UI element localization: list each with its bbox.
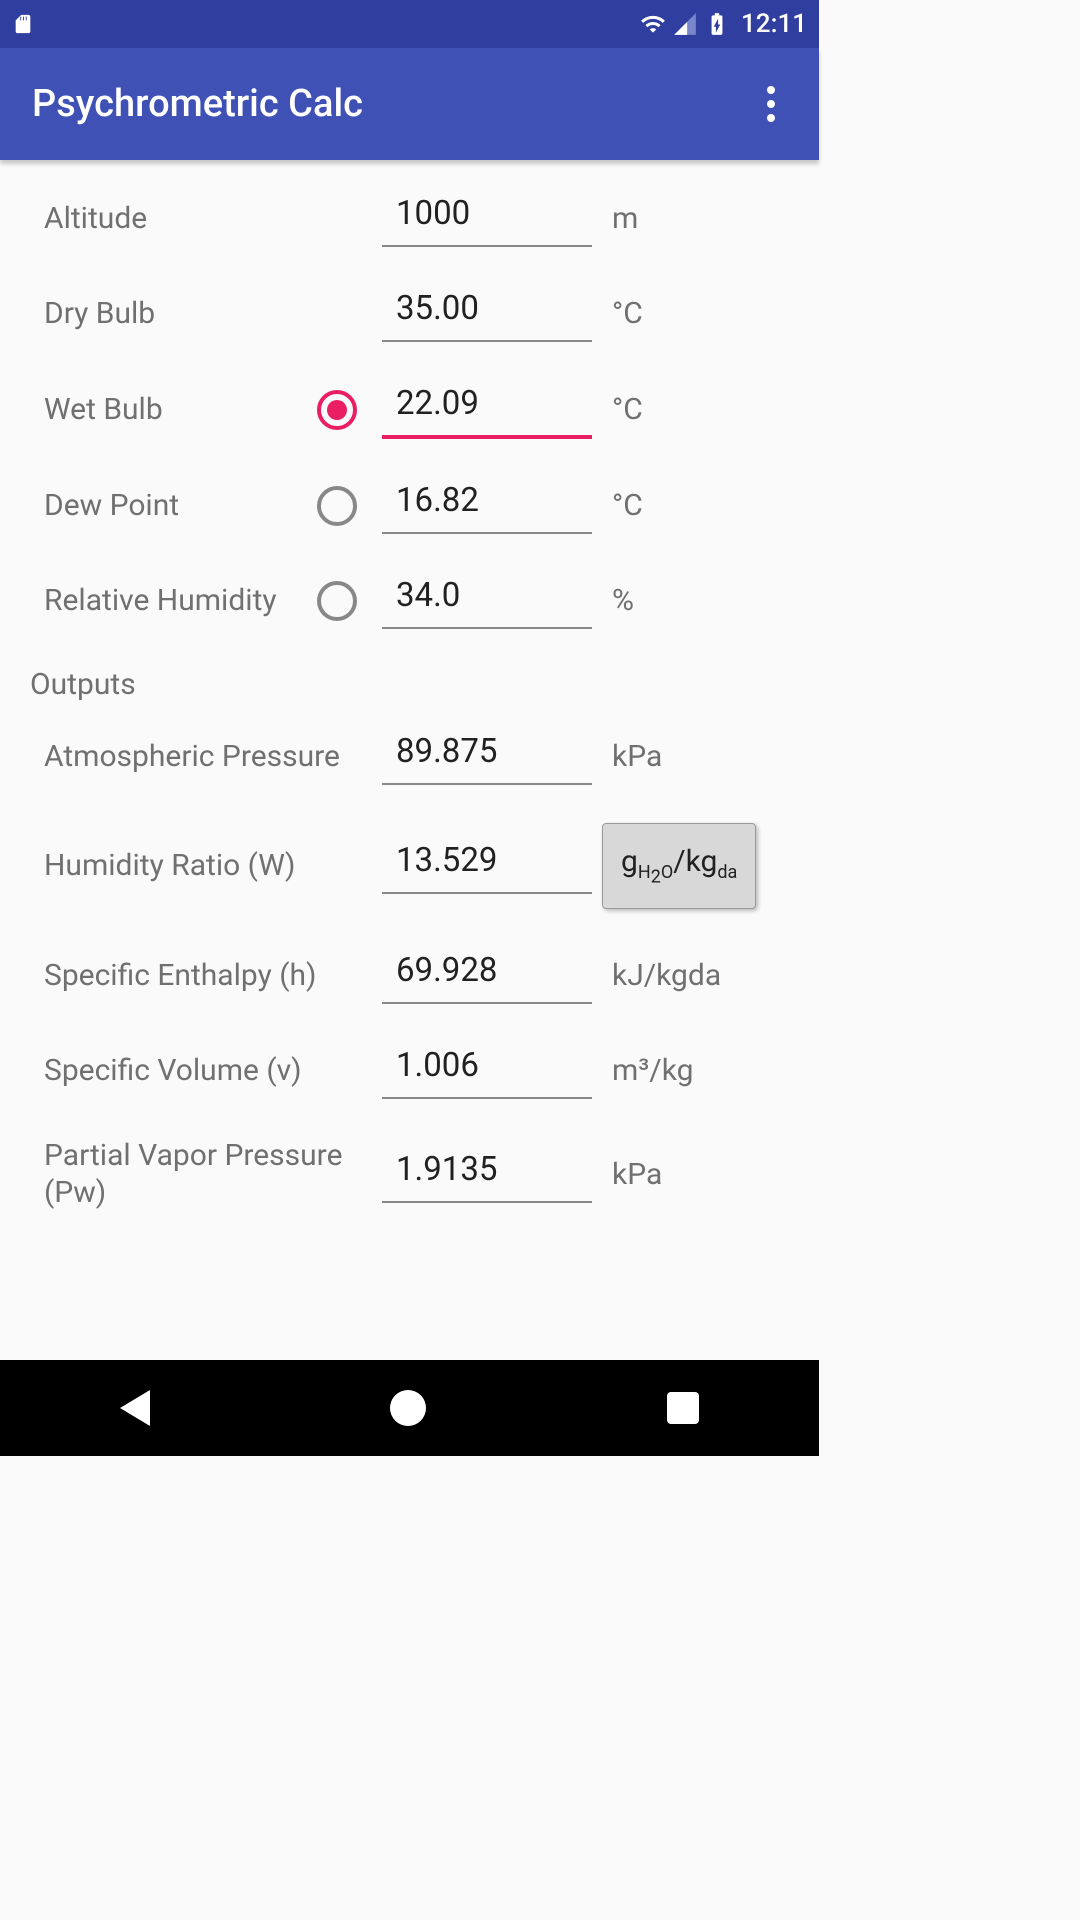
app-bar: Psychrometric Calc [0,48,819,160]
enthalpy-label: Specific Enthalpy (h) [30,958,382,993]
altitude-row: Altitude 1000 m [30,190,789,247]
vappress-row: Partial Vapor Pressure (Pw) 1.9135 kPa [30,1137,789,1212]
relhum-input[interactable]: 34.0 [382,572,592,629]
wetbulb-label: Wet Bulb [30,392,302,427]
wetbulb-unit: °C [612,392,643,427]
status-bar: 12:11 [0,0,819,48]
app-title: Psychrometric Calc [32,82,363,126]
battery-charging-icon [703,11,731,37]
atmpress-unit: kPa [612,739,662,774]
wetbulb-row: Wet Bulb 22.09 °C [30,380,789,439]
drybulb-row: Dry Bulb 35.00 °C [30,285,789,342]
relhum-label: Relative Humidity [30,583,302,618]
dewpoint-row: Dew Point 16.82 °C [30,477,789,534]
main-content: Altitude 1000 m Dry Bulb 35.00 °C Wet Bu… [0,160,819,1360]
sd-card-icon [12,11,34,37]
altitude-input[interactable]: 1000 [382,190,592,247]
signal-icon [671,11,699,37]
atmpress-output: 89.875 [382,728,592,785]
enthalpy-output: 69.928 [382,947,592,1004]
wetbulb-input[interactable]: 22.09 [382,380,592,439]
vappress-output: 1.9135 [382,1146,592,1203]
wifi-icon [639,11,667,37]
enthalpy-unit: kJ/kgda [612,958,721,993]
wetbulb-radio[interactable] [317,390,357,430]
relhum-radio[interactable] [317,581,357,621]
nav-back-button[interactable] [120,1390,150,1426]
specvol-row: Specific Volume (v) 1.006 m³/kg [30,1042,789,1099]
dewpoint-radio[interactable] [317,486,357,526]
drybulb-unit: °C [612,296,643,331]
enthalpy-row: Specific Enthalpy (h) 69.928 kJ/kgda [30,947,789,1004]
status-time: 12:11 [741,9,807,39]
atmpress-row: Atmospheric Pressure 89.875 kPa [30,728,789,785]
drybulb-input[interactable]: 35.00 [382,285,592,342]
more-options-button[interactable] [755,74,787,134]
dewpoint-unit: °C [612,488,643,523]
specvol-unit: m³/kg [612,1053,693,1088]
nav-home-button[interactable] [390,1390,426,1426]
altitude-label: Altitude [30,201,302,236]
navigation-bar [0,1360,819,1456]
humratio-row: Humidity Ratio (W) 13.529 gH2O/kgda [30,823,789,909]
relhum-row: Relative Humidity 34.0 % [30,572,789,629]
dewpoint-input[interactable]: 16.82 [382,477,592,534]
relhum-unit: % [612,583,634,618]
humratio-label: Humidity Ratio (W) [30,848,382,883]
nav-recent-button[interactable] [667,1392,699,1424]
humratio-output: 13.529 [382,837,592,894]
atmpress-label: Atmospheric Pressure [30,739,382,774]
outputs-header: Outputs [30,667,789,702]
specvol-label: Specific Volume (v) [30,1053,382,1088]
altitude-unit: m [612,201,638,236]
vappress-label: Partial Vapor Pressure (Pw) [30,1137,382,1212]
drybulb-label: Dry Bulb [30,296,302,331]
specvol-output: 1.006 [382,1042,592,1099]
humratio-unit-button[interactable]: gH2O/kgda [602,823,756,909]
vappress-unit: kPa [612,1157,662,1192]
dewpoint-label: Dew Point [30,488,302,523]
